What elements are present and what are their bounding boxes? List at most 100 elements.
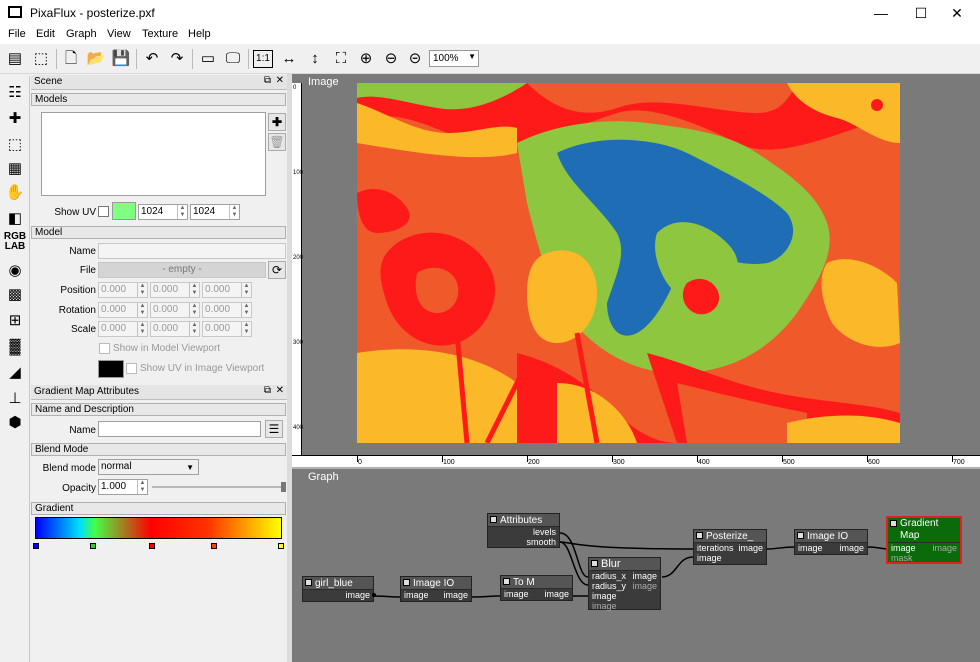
menu-file[interactable]: File [8, 28, 26, 40]
zoom-out-icon[interactable]: ⊖ [380, 48, 402, 70]
left-toolstrip: ☷ ✚ ⬚ ▦ ✋ ◧ RGB LAB ◉ ▩ ⊞ ▓ ◢ ⊥ ⬢ [0, 76, 30, 662]
gradient-stop[interactable] [33, 543, 39, 549]
zoom-1to1-icon[interactable]: 1:1 [253, 50, 273, 68]
gradient-bar[interactable] [35, 517, 282, 539]
show-uv-image-checkbox[interactable] [126, 363, 137, 374]
chevron-down-icon: ▼ [468, 52, 476, 61]
add-icon[interactable]: ✚ [3, 108, 27, 130]
rotation-x[interactable]: 0.000 ▲ ▼ [98, 302, 148, 318]
rgb-lab-icon[interactable]: RGB LAB [3, 232, 27, 254]
cube-icon[interactable]: ⬢ [3, 412, 27, 434]
vruler-tick-100: 100 [293, 170, 304, 176]
node-posterize[interactable]: Posterize_ iterations image image [693, 529, 767, 565]
position-x[interactable]: 0.000 ▲ ▼ [98, 282, 148, 298]
node-to-m[interactable]: To M image image [500, 575, 573, 601]
uv-image-color-swatch[interactable] [98, 360, 124, 378]
gradient-stop[interactable] [149, 543, 155, 549]
vruler-tick-400: 400 [293, 425, 304, 431]
redo-icon[interactable]: ↷ [166, 48, 188, 70]
hruler-tick-100: 100 [443, 459, 455, 466]
model-name-field[interactable] [98, 243, 286, 259]
noise-icon[interactable]: ▓ [3, 336, 27, 358]
blend-mode-select[interactable]: normal ▼ [98, 459, 199, 475]
close-icon[interactable]: ✕ [276, 75, 284, 86]
rotation-y[interactable]: 0.000 ▲ ▼ [150, 302, 200, 318]
show-in-viewport-checkbox[interactable] [99, 343, 110, 354]
gradient-panel-header: Gradient Map Attributes ⧉ ✕ [31, 385, 287, 400]
gradient-stop[interactable] [90, 543, 96, 549]
position-label: Position [60, 285, 96, 296]
save-icon[interactable]: 💾 [110, 48, 132, 70]
zoom-in-icon[interactable]: ⊕ [355, 48, 377, 70]
render-icon[interactable]: ▭ [197, 48, 219, 70]
opacity-slider-handle[interactable] [281, 482, 286, 492]
show-uv-checkbox[interactable] [98, 206, 109, 217]
reload-file-button[interactable]: ⟳ [268, 261, 286, 279]
node-attributes[interactable]: Attributes levels smooth [487, 513, 560, 548]
zoom-select[interactable]: 100% ▼ [429, 50, 479, 67]
crop-icon[interactable]: ⬚ [3, 134, 27, 156]
delete-model-button[interactable]: 🗑 [268, 133, 286, 151]
node-blur[interactable]: Blur radius_x image radius_y image image i… [588, 557, 661, 611]
new-file-icon[interactable]: 🗋 [60, 48, 82, 70]
select-tool-icon[interactable]: ⬚ [30, 48, 52, 70]
close-icon[interactable]: ✕ [276, 385, 284, 396]
fit-all-icon[interactable]: ⛶ [330, 48, 352, 70]
node-image-io-1[interactable]: Image IO image image [400, 576, 472, 602]
node-list-icon[interactable]: ☷ [3, 82, 27, 104]
node-image-io-2[interactable]: Image IO image image [794, 529, 868, 555]
node-girl-blue[interactable]: girl_blue image [302, 576, 376, 602]
zoom-reset-icon[interactable]: ⊝ [404, 48, 426, 70]
rotation-z[interactable]: 0.000 ▲ ▼ [202, 302, 252, 318]
gm-name-field[interactable] [98, 421, 261, 437]
panel-toggle-icon[interactable]: ▤ [4, 48, 26, 70]
posterized-image[interactable] [357, 83, 900, 443]
menu-graph[interactable]: Graph [66, 28, 97, 40]
tiles-icon[interactable]: ▦ [3, 158, 27, 180]
show-uv-label: Show UV [54, 207, 96, 218]
menu-help[interactable]: Help [188, 28, 211, 40]
menu-texture[interactable]: Texture [142, 28, 178, 40]
open-folder-icon[interactable]: 📂 [85, 48, 107, 70]
layers-icon[interactable]: ◧ [3, 208, 27, 230]
undock-icon[interactable]: ⧉ [264, 75, 271, 86]
list-icon [490, 516, 497, 523]
grid-icon[interactable]: ⊞ [3, 310, 27, 332]
uv-height-field[interactable]: 1024 ▲ ▼ [190, 204, 240, 220]
position-z[interactable]: 0.000 ▲ ▼ [202, 282, 252, 298]
opacity-field[interactable]: 1.000 ▲ ▼ [98, 479, 148, 495]
checker-icon[interactable]: ▩ [3, 284, 27, 306]
gradient-stop[interactable] [211, 543, 217, 549]
curve-icon[interactable]: ◢ [3, 362, 27, 384]
undo-icon[interactable]: ↶ [141, 48, 163, 70]
add-model-button[interactable]: ✚ [268, 113, 286, 131]
gm-name-label: Name [69, 425, 96, 436]
blend-mode-section: Blend Mode [31, 443, 286, 456]
hand-icon[interactable]: ✋ [3, 182, 27, 204]
panel-splitter[interactable] [287, 74, 292, 662]
dial-icon[interactable]: ◉ [3, 260, 27, 282]
position-y[interactable]: 0.000 ▲ ▼ [150, 282, 200, 298]
close-button[interactable]: ✕ [934, 0, 980, 26]
fit-width-icon[interactable]: ↔ [278, 48, 300, 70]
monitor-icon[interactable]: 🖵 [222, 48, 244, 70]
description-button[interactable]: ☰ [265, 420, 283, 438]
file-field[interactable]: - empty - [98, 262, 266, 278]
axes-icon[interactable]: ⊥ [3, 388, 27, 410]
scale-z[interactable]: 0.000 ▲ ▼ [202, 321, 252, 337]
viewport-splitter[interactable] [290, 467, 980, 469]
scale-y[interactable]: 0.000 ▲ ▼ [150, 321, 200, 337]
node-gradient-map[interactable]: Gradient Map image image mask [886, 516, 962, 564]
uv-width-field[interactable]: 1024 ▲ ▼ [138, 204, 188, 220]
uv-color-swatch[interactable] [112, 202, 136, 220]
hruler-tick-700: 700 [953, 459, 965, 466]
undock-icon[interactable]: ⧉ [264, 385, 271, 396]
fit-height-icon[interactable]: ↕ [304, 48, 326, 70]
toolbar: ▤ ⬚ 🗋 📂 💾 ↶ ↷ ▭ 🖵 1:1 ↔ ↕ ⛶ ⊕ ⊖ ⊝ [0, 44, 980, 74]
menu-view[interactable]: View [107, 28, 131, 40]
menu-edit[interactable]: Edit [36, 28, 55, 40]
opacity-slider-track[interactable] [152, 486, 286, 488]
scale-x[interactable]: 0.000 ▲ ▼ [98, 321, 148, 337]
models-list[interactable] [41, 112, 266, 196]
gradient-stop[interactable] [278, 543, 284, 549]
